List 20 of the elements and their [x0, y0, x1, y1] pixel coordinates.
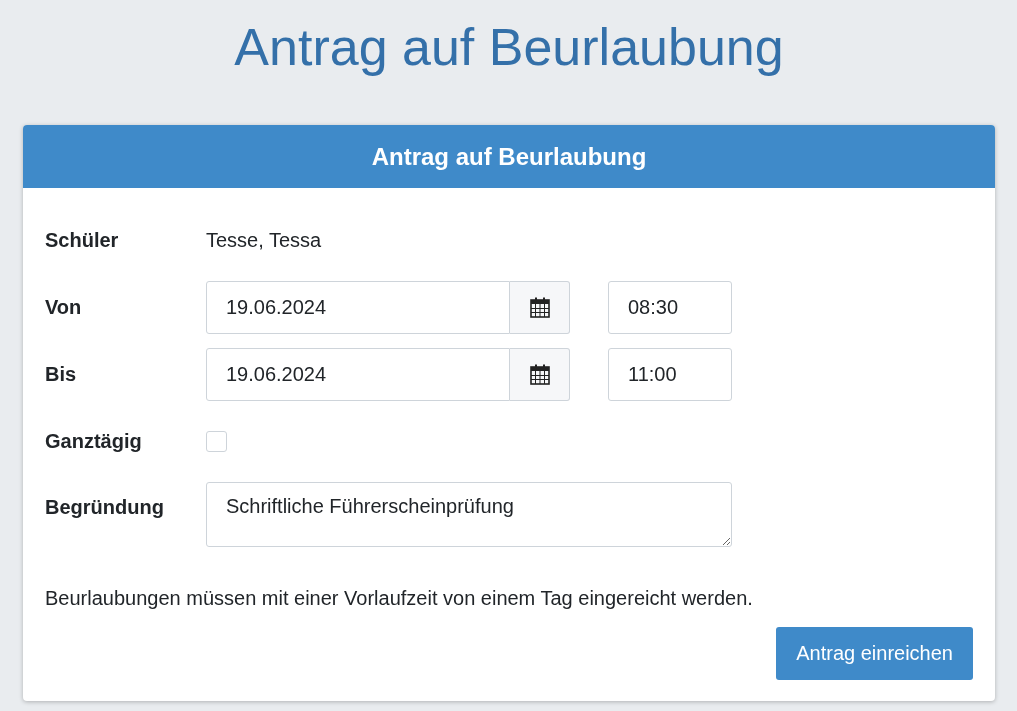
field-label: Begründung — [45, 495, 165, 520]
info-text: Beurlaubungen müssen mit einer Vorlaufzeit von einem Tag eingereicht werden. — [45, 586, 754, 611]
field-label: Bis — [45, 362, 78, 387]
calendar-button[interactable] — [510, 281, 570, 334]
calendar-icon — [529, 297, 550, 318]
submit-button[interactable]: Antrag einreichen — [776, 627, 973, 680]
field-label: Ganztägig — [45, 429, 143, 454]
calendar-icon — [529, 364, 550, 385]
calendar-button[interactable] — [510, 348, 570, 401]
time-field[interactable]: 08:30 — [608, 281, 732, 334]
checkbox[interactable] — [206, 431, 227, 452]
date-field[interactable]: 19.06.2024 — [206, 281, 510, 334]
time-field[interactable]: 11:00 — [608, 348, 732, 401]
field-label: Von — [45, 295, 83, 320]
card-header: Antrag auf Beurlaubung — [23, 125, 995, 188]
date-field[interactable]: 19.06.2024 — [206, 348, 510, 401]
field-label: Schüler — [45, 228, 120, 253]
reason-field[interactable]: Schriftliche Führerscheinprüfung — [206, 482, 732, 547]
field-value: Tesse, Tessa — [206, 229, 322, 252]
page-title: Antrag auf Beurlaubung — [233, 17, 785, 78]
